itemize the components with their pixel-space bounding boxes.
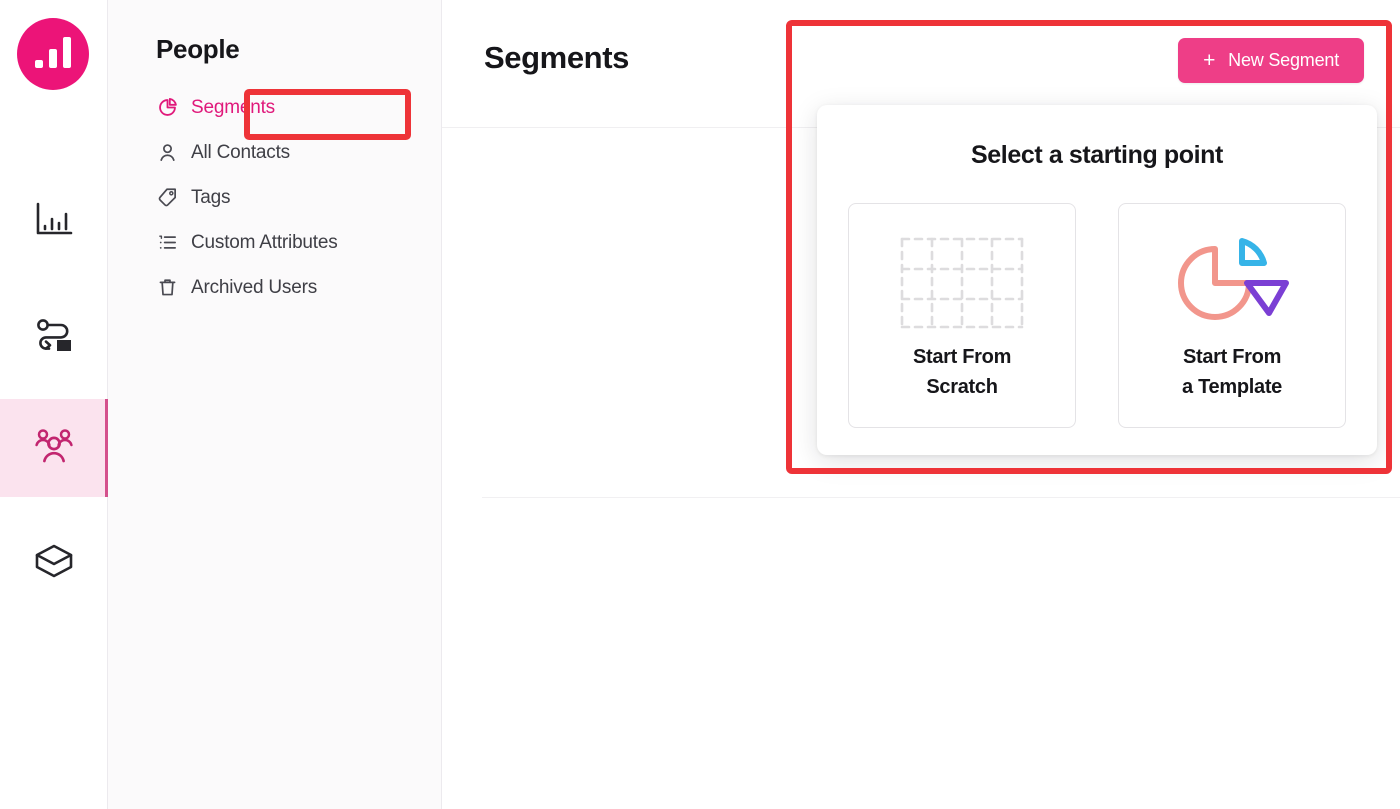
sidebar-item-custom-attributes[interactable]: Custom Attributes <box>156 220 441 265</box>
plus-icon: + <box>1203 49 1216 72</box>
sidebar-title: People <box>156 34 240 64</box>
label-line-1: Start From <box>1182 345 1282 368</box>
sidebar-item-tags[interactable]: Tags <box>156 175 441 220</box>
rail-item-journeys[interactable] <box>0 288 108 386</box>
tag-icon <box>156 187 178 209</box>
logo-bar-1 <box>35 60 43 68</box>
start-from-template-label: Start From a Template <box>1182 343 1282 402</box>
label-line-2: Scratch <box>926 375 998 398</box>
sidebar-nav-list: Segments All Contacts Tags Custom Attrib… <box>156 85 441 310</box>
logo-bar-3 <box>63 37 71 68</box>
rail-item-people[interactable] <box>0 399 108 497</box>
new-segment-button-label: New Segment <box>1228 50 1339 70</box>
trash-icon <box>156 277 178 299</box>
sidebar-item-label: Tags <box>191 186 231 208</box>
logo-bar-2 <box>49 49 57 68</box>
analytics-logo[interactable] <box>17 18 89 90</box>
sidebar-item-archived-users[interactable]: Archived Users <box>156 265 441 310</box>
sidebar-item-label: Segments <box>191 96 275 118</box>
main-content: Segments + New Segment Select a starting… <box>442 0 1400 809</box>
user-icon <box>156 142 178 164</box>
sidebar-item-label: All Contacts <box>191 141 290 163</box>
sidebar-item-segments[interactable]: Segments <box>156 85 441 130</box>
pie-chart-icon <box>156 97 178 119</box>
app-window: People Segments All Contacts Tags Custom… <box>0 0 1400 809</box>
sidebar-item-label: Custom Attributes <box>191 231 338 253</box>
rail-item-catalog[interactable] <box>0 514 108 612</box>
content-divider <box>482 497 1400 498</box>
start-from-scratch-label: Start From Scratch <box>913 343 1011 402</box>
people-sidebar: People Segments All Contacts Tags Custom… <box>108 0 442 809</box>
label-line-1: Start From <box>912 345 1012 368</box>
label-line-2: a Template <box>1182 375 1282 398</box>
people-group-icon <box>33 428 75 469</box>
box-package-icon <box>35 543 73 584</box>
journey-flow-icon <box>34 318 74 357</box>
icon-rail <box>0 0 108 809</box>
dashed-grid-icon <box>900 229 1024 337</box>
starting-point-panel: Select a starting point Start From Scrat… <box>817 105 1377 455</box>
sidebar-item-all-contacts[interactable]: All Contacts <box>156 130 441 175</box>
starting-point-options: Start From Scratch Start From a Template <box>817 203 1377 428</box>
list-icon <box>156 232 178 254</box>
start-from-template-card[interactable]: Start From a Template <box>1118 203 1346 428</box>
exploded-pie-chart-icon <box>1169 229 1295 337</box>
page-title: Segments <box>484 40 629 75</box>
bar-chart-icon <box>35 202 73 241</box>
new-segment-button[interactable]: + New Segment <box>1178 38 1364 83</box>
sidebar-item-label: Archived Users <box>191 276 318 298</box>
starting-point-title: Select a starting point <box>971 141 1223 169</box>
rail-item-analytics[interactable] <box>0 172 108 270</box>
start-from-scratch-card[interactable]: Start From Scratch <box>848 203 1076 428</box>
